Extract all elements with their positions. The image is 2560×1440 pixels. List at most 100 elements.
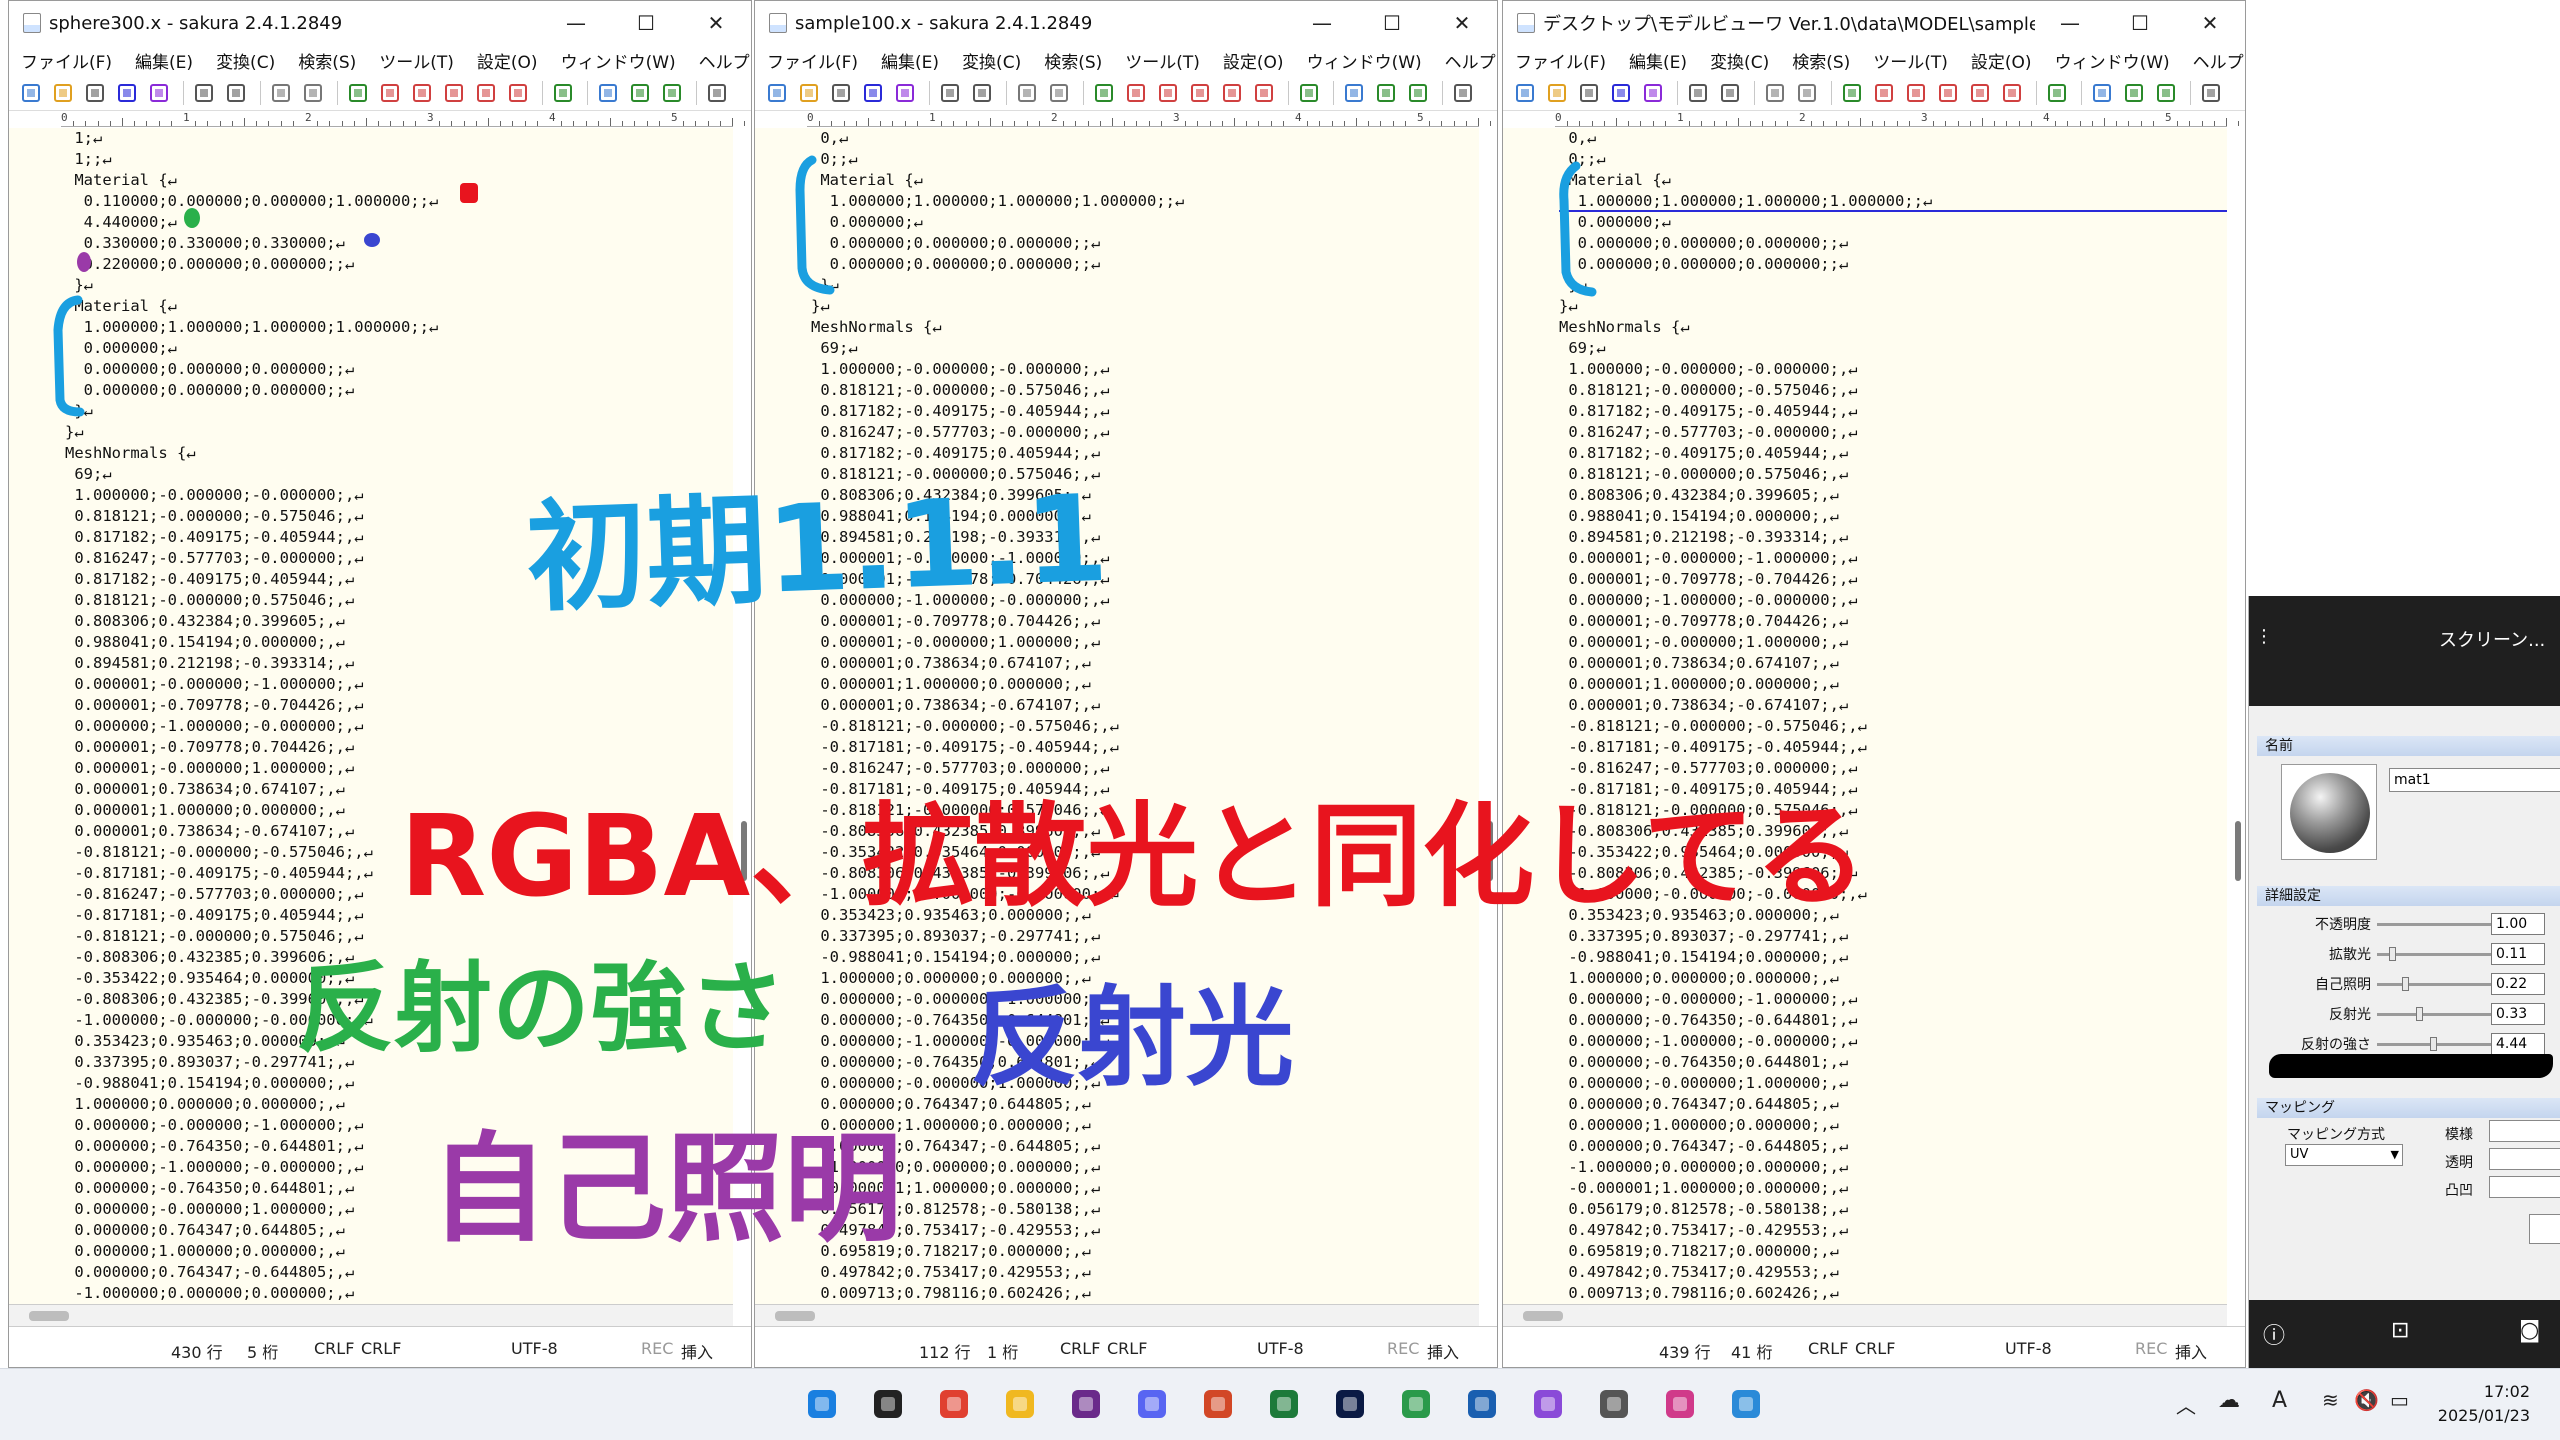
jump-back-icon[interactable] <box>267 80 295 106</box>
open-file-icon[interactable] <box>795 80 823 106</box>
slider-knob[interactable] <box>2429 1037 2437 1051</box>
menu-window[interactable]: ウィンドウ(W) <box>2043 48 2181 73</box>
search-icon[interactable] <box>1090 80 1118 106</box>
settings-icon[interactable] <box>1449 80 1477 106</box>
slack-icon[interactable] <box>1064 1382 1108 1426</box>
bump-field[interactable] <box>2489 1176 2560 1198</box>
new-file-icon[interactable] <box>17 80 45 106</box>
undo-icon[interactable] <box>1684 80 1712 106</box>
battery-icon[interactable]: ▭ <box>2390 1388 2409 1412</box>
menu-help[interactable]: ヘルプ(H) <box>687 48 751 73</box>
title-bar[interactable]: sample100.x - sakura 2.4.1.2849 — ☐ ✕ <box>755 1 1497 45</box>
grep-icon[interactable] <box>1250 80 1278 106</box>
visual-studio-icon[interactable] <box>1526 1382 1570 1426</box>
jump-forward-icon[interactable] <box>299 80 327 106</box>
save-icon[interactable] <box>859 80 887 106</box>
find-all-icon[interactable] <box>440 80 468 106</box>
scroll-thumb[interactable] <box>29 1311 69 1321</box>
horizontal-scrollbar[interactable] <box>9 1304 733 1326</box>
menu-window[interactable]: ウィンドウ(W) <box>549 48 687 73</box>
vertical-scrollbar[interactable] <box>2235 821 2241 881</box>
maximize-button[interactable]: ☐ <box>611 1 681 45</box>
find-prev-icon[interactable] <box>1870 80 1898 106</box>
find-prev-icon[interactable] <box>1122 80 1150 106</box>
chrome-icon[interactable] <box>932 1382 976 1426</box>
open-file-icon[interactable] <box>1543 80 1571 106</box>
compare-icon[interactable] <box>626 80 654 106</box>
photoshop-icon[interactable] <box>1328 1382 1372 1426</box>
grep-icon[interactable] <box>504 80 532 106</box>
discord-icon[interactable] <box>1130 1382 1174 1426</box>
maximize-button[interactable]: ☐ <box>1357 1 1427 45</box>
open-file-icon[interactable] <box>49 80 77 106</box>
vertical-scrollbar[interactable] <box>741 821 747 881</box>
file-explorer-icon[interactable] <box>998 1382 1042 1426</box>
horizontal-scrollbar[interactable] <box>1503 1304 2227 1326</box>
dropdown-icon[interactable] <box>827 80 855 106</box>
menu-search[interactable]: 検索(S) <box>1780 48 1861 73</box>
new-file-icon[interactable] <box>763 80 791 106</box>
undo-icon[interactable] <box>190 80 218 106</box>
slider-knob[interactable] <box>2402 977 2410 991</box>
redo-icon[interactable] <box>1716 80 1744 106</box>
search-icon[interactable] <box>1838 80 1866 106</box>
menu-edit[interactable]: 編集(E) <box>123 48 204 73</box>
more-icon[interactable]: ⋮ <box>2255 626 2273 647</box>
find-all-icon[interactable] <box>1186 80 1214 106</box>
menu-file[interactable]: ファイル(F) <box>9 48 123 73</box>
minimize-button[interactable]: — <box>541 1 611 45</box>
ime-icon[interactable]: A <box>2272 1388 2287 1413</box>
material-param-value[interactable]: 4.44 <box>2491 1033 2545 1055</box>
editor-window-sphere300[interactable]: sphere300.x - sakura 2.4.1.2849 — ☐ ✕ ファ… <box>8 0 752 1368</box>
menu-help[interactable]: ヘルプ(H) <box>1433 48 1497 73</box>
close-button[interactable]: ✕ <box>1427 1 1497 45</box>
texture-field[interactable] <box>2489 1120 2560 1142</box>
tag-jump-icon[interactable] <box>1404 80 1432 106</box>
menu-tools[interactable]: ツール(T) <box>1113 48 1211 73</box>
find-next-icon[interactable] <box>1154 80 1182 106</box>
settings-icon[interactable] <box>703 80 731 106</box>
material-param-value[interactable]: 1.00 <box>2491 913 2545 935</box>
replace-icon[interactable] <box>472 80 500 106</box>
find-prev-icon[interactable] <box>376 80 404 106</box>
outline-icon[interactable] <box>594 80 622 106</box>
system-clock[interactable]: 17:02 2025/01/23 <box>2438 1380 2530 1428</box>
unity-icon[interactable] <box>1592 1382 1636 1426</box>
material-param-slider[interactable] <box>2377 1043 2505 1046</box>
material-param-slider[interactable] <box>2377 1013 2505 1016</box>
replace-icon[interactable] <box>1218 80 1246 106</box>
menu-settings[interactable]: 設定(O) <box>1211 48 1295 73</box>
excel-icon[interactable] <box>1262 1382 1306 1426</box>
horizontal-scrollbar[interactable] <box>755 1304 1479 1326</box>
info-icon[interactable]: ⓘ <box>2263 1318 2285 1350</box>
jump-back-icon[interactable] <box>1761 80 1789 106</box>
menu-convert[interactable]: 変換(C) <box>1698 48 1780 73</box>
save-all-icon[interactable] <box>145 80 173 106</box>
menu-file[interactable]: ファイル(F) <box>755 48 869 73</box>
editor-window-sample100[interactable]: sample100.x - sakura 2.4.1.2849 — ☐ ✕ ファ… <box>754 0 1498 1368</box>
compare-icon[interactable] <box>2120 80 2148 106</box>
material-param-slider[interactable] <box>2377 923 2505 926</box>
scroll-thumb[interactable] <box>775 1311 815 1321</box>
scroll-thumb[interactable] <box>1523 1311 1563 1321</box>
menu-convert[interactable]: 変換(C) <box>950 48 1032 73</box>
close-button[interactable]: ✕ <box>681 1 751 45</box>
powerpoint-icon[interactable] <box>1196 1382 1240 1426</box>
bookmark-icon[interactable] <box>549 80 577 106</box>
material-param-value[interactable]: 0.33 <box>2491 1003 2545 1025</box>
bookmark-icon[interactable] <box>2043 80 2071 106</box>
capture-icon[interactable]: ⊡ <box>2391 1318 2409 1343</box>
text-editor[interactable]: 0,↵ 0;;↵ Material {↵ 1.000000;1.000000;1… <box>755 128 1479 1304</box>
material-param-slider[interactable] <box>2377 983 2505 986</box>
redo-icon[interactable] <box>222 80 250 106</box>
grep-icon[interactable] <box>1998 80 2026 106</box>
material-param-slider[interactable] <box>2377 953 2505 956</box>
material-name-field[interactable]: mat1 <box>2389 768 2560 792</box>
cloud-icon[interactable]: ☁ <box>2218 1388 2240 1413</box>
compare-icon[interactable] <box>1372 80 1400 106</box>
jump-forward-icon[interactable] <box>1793 80 1821 106</box>
title-bar[interactable]: デスクトップ\モデルビューワ Ver.1.0\data\MODEL\sample… <box>1503 1 2245 45</box>
settings-icon[interactable] <box>2197 80 2225 106</box>
jump-forward-icon[interactable] <box>1045 80 1073 106</box>
tag-jump-icon[interactable] <box>2152 80 2180 106</box>
